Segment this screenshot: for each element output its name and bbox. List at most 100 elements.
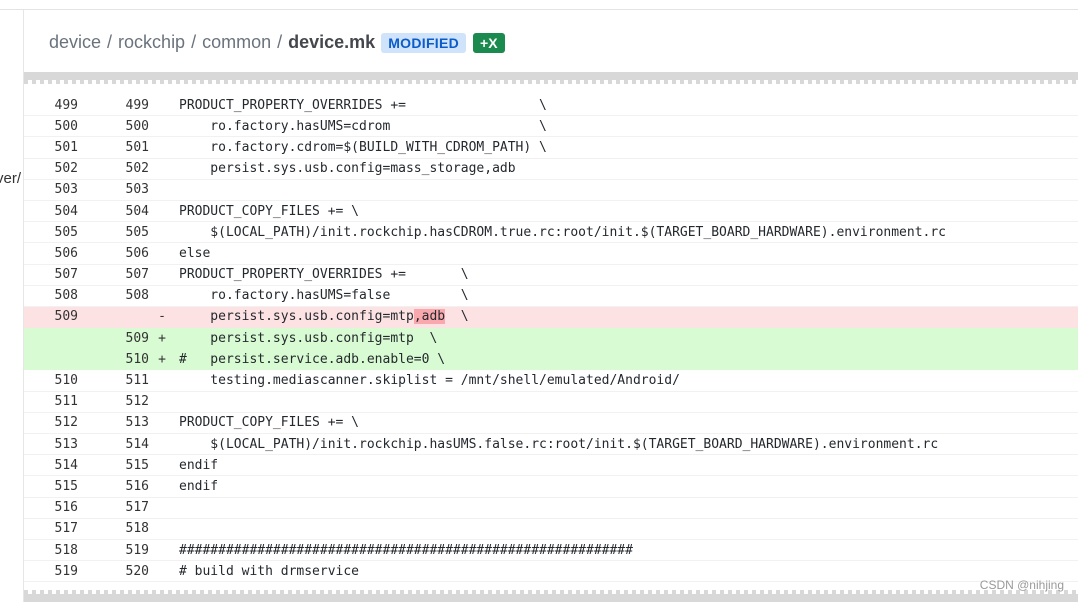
- old-line-number: 511: [54, 394, 78, 410]
- modified-badge: MODIFIED: [381, 32, 467, 53]
- code-segment: persist.sys.usb.config=mass_storage,adb: [179, 161, 516, 177]
- old-line-number: 507: [54, 267, 78, 283]
- breadcrumb-separator: /: [191, 32, 197, 52]
- code-segment: persist.sys.usb.config=mtp \: [179, 330, 438, 346]
- watermark: CSDN @nihjing: [979, 578, 1064, 592]
- diff-top-separator: [24, 72, 1078, 84]
- breadcrumb: device / rockchip / common / device.mk M…: [49, 32, 505, 53]
- code-segment: endif: [179, 457, 219, 473]
- old-line-number: 515: [54, 478, 78, 494]
- code-segment: ro.factory.cdrom=$(BUILD_WITH_CDROM_PATH…: [179, 139, 547, 155]
- code-segment: # build with drmservice: [179, 563, 360, 579]
- new-line-number: 509: [125, 330, 149, 346]
- old-line-number: 519: [54, 563, 78, 579]
- code-segment: \: [445, 309, 469, 325]
- code-text: PRODUCT_COPY_FILES += \: [179, 415, 359, 430]
- code-text: ro.factory.hasUMS=false \: [179, 288, 468, 303]
- code-segment: else: [179, 245, 211, 261]
- new-line-number: 508: [125, 288, 149, 304]
- old-line-number: 502: [54, 161, 78, 177]
- new-line-number: 520: [125, 563, 149, 579]
- code-text: $(LOCAL_PATH)/init.rockchip.hasUMS.false…: [179, 437, 938, 452]
- code-segment: persist.sys.usb.config=mtp: [179, 309, 414, 325]
- added-line: 509 + persist.sys.usb.config=mtp \: [24, 328, 1078, 350]
- diff-bottom-separator: [24, 590, 1078, 602]
- new-line-number: 506: [125, 245, 149, 261]
- breadcrumb-separator: /: [277, 32, 283, 52]
- new-line-number: 502: [125, 161, 149, 177]
- new-line-number: 519: [125, 542, 149, 558]
- diff-marker: +: [158, 351, 166, 367]
- new-line-number: 517: [125, 500, 149, 516]
- new-line-number: 505: [125, 224, 149, 240]
- code-segment: PRODUCT_PROPERTY_OVERRIDES += \: [179, 97, 547, 113]
- code-segment: PRODUCT_PROPERTY_OVERRIDES += \: [179, 267, 469, 283]
- code-text: PRODUCT_PROPERTY_OVERRIDES += \: [179, 98, 547, 113]
- breadcrumb-rockchip[interactable]: rockchip: [118, 32, 185, 53]
- new-line-number: 516: [125, 478, 149, 494]
- diff-marker: +: [158, 330, 166, 346]
- top-border: [0, 0, 1078, 10]
- diff-line: 515 516 endif: [24, 476, 1078, 498]
- diff-line: 518 519 ##################################…: [24, 540, 1078, 562]
- left-panel-text: ver/: [0, 170, 22, 187]
- code-text: # persist.service.adb.enable=0 \: [179, 352, 445, 367]
- diff-line: 519 520 # build with drmservice: [24, 561, 1078, 583]
- diff-line: 506 506 else: [24, 243, 1078, 265]
- old-line-number: 512: [54, 415, 78, 431]
- code-text: ########################################…: [179, 543, 633, 558]
- code-segment: endif: [179, 478, 219, 494]
- diff-line: 510 511 testing.mediascanner.skiplist = /…: [24, 370, 1078, 392]
- old-line-number: 503: [54, 182, 78, 198]
- new-line-number: 515: [125, 457, 149, 473]
- diff-line: 500 500 ro.factory.hasUMS=cdrom \: [24, 116, 1078, 138]
- diff-line: 513 514 $(LOCAL_PATH)/init.rockchip.hasUM…: [24, 434, 1078, 456]
- executable-badge: +X: [473, 32, 505, 53]
- new-line-number: 499: [125, 97, 149, 113]
- diff-view: 499 499 PRODUCT_PROPERTY_OVERRIDES += \ 500…: [24, 95, 1078, 583]
- old-line-number: 516: [54, 500, 78, 516]
- code-text: persist.sys.usb.config=mtp,adb \: [179, 309, 469, 325]
- added-line: 510 + # persist.service.adb.enable=0 \: [24, 349, 1078, 371]
- code-segment: # persist.service.adb.enable=0 \: [179, 351, 446, 367]
- breadcrumb-common[interactable]: common: [202, 32, 271, 53]
- code-segment: PRODUCT_COPY_FILES += \: [179, 415, 360, 431]
- code-text: persist.sys.usb.config=mass_storage,adb: [179, 161, 516, 177]
- old-line-number: 499: [54, 97, 78, 113]
- new-line-number: 514: [125, 436, 149, 452]
- diff-line: 501 501 ro.factory.cdrom=$(BUILD_WITH_CDR…: [24, 137, 1078, 159]
- old-line-number: 505: [54, 224, 78, 240]
- old-line-number: 517: [54, 521, 78, 537]
- old-line-number: 504: [54, 203, 78, 219]
- file-header: device / rockchip / common / device.mk M…: [24, 10, 1078, 74]
- file-name: device.mk: [288, 32, 376, 52]
- diff-line: 504 504 PRODUCT_COPY_FILES += \: [24, 201, 1078, 223]
- new-line-number: 512: [125, 394, 149, 410]
- breadcrumb-separator: /: [107, 32, 113, 52]
- diff-line: 516 517: [24, 498, 1078, 519]
- diff-line: 511 512: [24, 392, 1078, 413]
- code-text: testing.mediascanner.skiplist = /mnt/she…: [179, 373, 680, 388]
- code-segment: $(LOCAL_PATH)/init.rockchip.hasUMS.false…: [179, 436, 939, 452]
- old-line-number: 501: [54, 139, 78, 155]
- old-line-number: 500: [54, 118, 78, 134]
- left-panel: ver/: [0, 10, 24, 602]
- code-segment: testing.mediascanner.skiplist = /mnt/she…: [179, 373, 680, 389]
- code-segment: $(LOCAL_PATH)/init.rockchip.hasCDROM.tru…: [179, 224, 947, 240]
- diff-line: 517 518: [24, 519, 1078, 540]
- new-line-number: 518: [125, 521, 149, 537]
- code-text: PRODUCT_PROPERTY_OVERRIDES += \: [179, 267, 469, 282]
- diff-marker: -: [158, 309, 166, 325]
- new-line-number: 501: [125, 139, 149, 155]
- breadcrumb-device[interactable]: device: [49, 32, 101, 53]
- deleted-line: 509 - persist.sys.usb.config=mtp,adb \: [24, 306, 1078, 329]
- new-line-number: 500: [125, 118, 149, 134]
- code-segment: ro.factory.hasUMS=cdrom \: [179, 118, 547, 134]
- code-text: else: [179, 246, 210, 261]
- diff-line: 503 503: [24, 180, 1078, 201]
- code-text: endif: [179, 458, 218, 473]
- code-segment: ########################################…: [179, 542, 633, 558]
- new-line-number: 507: [125, 267, 149, 283]
- code-text: $(LOCAL_PATH)/init.rockchip.hasCDROM.tru…: [179, 225, 946, 240]
- diff-line: 499 499 PRODUCT_PROPERTY_OVERRIDES += \: [24, 95, 1078, 117]
